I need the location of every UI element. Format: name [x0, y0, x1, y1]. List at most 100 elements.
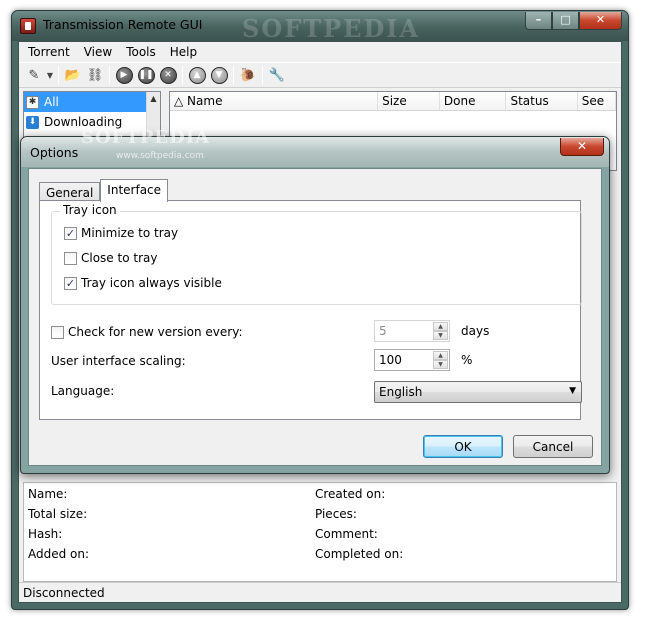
- menu-help[interactable]: Help: [163, 45, 204, 59]
- add-link-icon[interactable]: ⛓: [84, 64, 106, 86]
- alt-speed-icon[interactable]: 🐌: [237, 64, 259, 86]
- check-version-option[interactable]: Check for new version every:: [51, 325, 243, 339]
- detail-total-size-label: Total size:: [28, 507, 88, 521]
- menu-torrent[interactable]: Torrent: [21, 45, 77, 59]
- ui-scaling-value: 100: [379, 353, 402, 367]
- tab-interface[interactable]: Interface: [100, 179, 169, 202]
- close-icon: ✕: [595, 13, 606, 26]
- dialog-close-button[interactable]: ✕: [560, 138, 604, 156]
- tray-icon-group-label: Tray icon: [60, 203, 120, 217]
- pause-icon: ❚❚: [137, 66, 155, 84]
- minimize-icon: –: [535, 13, 542, 26]
- check-version-days-spinner[interactable]: 5 ▲ ▼: [374, 320, 450, 342]
- detail-comment-label: Comment:: [315, 527, 378, 541]
- tray-always-visible-checkbox[interactable]: ✓: [64, 276, 77, 290]
- column-header-name[interactable]: △ Name: [170, 92, 379, 110]
- language-selected-value: English: [379, 385, 423, 399]
- sort-triangle-icon: △: [174, 94, 188, 108]
- detail-added-on-label: Added on:: [28, 547, 90, 561]
- close-to-tray-option[interactable]: Close to tray: [64, 251, 157, 265]
- close-to-tray-label: Close to tray: [81, 251, 158, 265]
- toolbar-separator: [233, 66, 234, 84]
- detail-completed-on-label: Completed on:: [315, 547, 404, 561]
- torrent-list-header: △ Name Size Done Status See: [170, 92, 616, 111]
- pause-button[interactable]: ❚❚: [135, 64, 157, 86]
- start-button[interactable]: ▶: [113, 64, 135, 86]
- chevron-down-icon: ▼: [569, 386, 576, 396]
- options-dialog: Options SOFTPEDIA www.softpedia.com ✕ Ge…: [20, 127, 610, 474]
- toolbar-separator: [58, 66, 59, 84]
- options-wrench-icon[interactable]: 🔧: [266, 64, 288, 86]
- status-bar: Disconnected: [19, 582, 621, 602]
- minimize-to-tray-option[interactable]: ✓ Minimize to tray: [64, 226, 178, 240]
- toolbar-separator: [262, 66, 263, 84]
- filter-item-label: All: [44, 95, 59, 109]
- dialog-watermark-url: www.softpedia.com: [116, 151, 204, 161]
- dialog-title: Options: [30, 145, 79, 160]
- toolbar: ✎ ▼ 📂 ⛓ ▶ ❚❚ ✕ ▲ ▼ 🐌 🔧: [19, 62, 621, 88]
- toolbar-separator: [182, 66, 183, 84]
- watermark: SOFTPEDIA: [242, 14, 421, 43]
- move-up-button[interactable]: ▲: [186, 64, 208, 86]
- spin-up-icon[interactable]: ▲: [433, 351, 448, 360]
- filter-item-all[interactable]: ✱ All: [24, 92, 160, 112]
- interface-tab-page: Tray icon ✓ Minimize to tray Close to tr…: [39, 200, 582, 420]
- tray-always-visible-option[interactable]: ✓ Tray icon always visible: [64, 276, 222, 290]
- tab-general[interactable]: General: [39, 182, 101, 201]
- spin-up-icon[interactable]: ▲: [433, 322, 448, 331]
- details-panel: Name: Total size: Hash: Added on: Create…: [23, 482, 617, 582]
- minimize-button[interactable]: –: [525, 12, 552, 30]
- download-arrow-icon: ⬇: [26, 115, 39, 129]
- scroll-up-icon[interactable]: ▲: [147, 92, 160, 106]
- detail-hash-label: Hash:: [28, 527, 63, 541]
- detail-name-label: Name:: [28, 487, 68, 501]
- dialog-titlebar[interactable]: Options SOFTPEDIA www.softpedia.com ✕: [21, 127, 609, 167]
- main-window-title: Transmission Remote GUI: [43, 17, 203, 32]
- asterisk-icon: ✱: [26, 95, 39, 109]
- ok-button[interactable]: OK: [423, 435, 503, 458]
- maximize-button[interactable]: □: [552, 12, 579, 30]
- language-label: Language:: [51, 384, 115, 398]
- close-icon: ✕: [576, 139, 588, 153]
- minimize-to-tray-checkbox[interactable]: ✓: [64, 226, 77, 240]
- play-icon: ▶: [115, 66, 133, 84]
- tab-strip: General Interface: [39, 179, 169, 202]
- dialog-watermark: SOFTPEDIA: [81, 127, 211, 148]
- ui-scaling-label: User interface scaling:: [51, 354, 186, 368]
- detail-pieces-label: Pieces:: [315, 507, 357, 521]
- days-unit-label: days: [461, 324, 490, 338]
- check-version-days-value: 5: [379, 324, 387, 338]
- column-header-done[interactable]: Done: [440, 92, 507, 110]
- connect-dropdown-icon[interactable]: ▼: [45, 64, 55, 86]
- cancel-button[interactable]: Cancel: [513, 435, 593, 458]
- menu-view[interactable]: View: [77, 45, 119, 59]
- spin-down-icon[interactable]: ▼: [433, 331, 448, 340]
- remove-button[interactable]: ✕: [157, 64, 179, 86]
- dialog-client-area: General Interface Tray icon ✓ Minimize t…: [28, 168, 602, 466]
- column-name-label: Name: [187, 94, 223, 108]
- maximize-icon: □: [560, 13, 571, 26]
- arrow-down-icon: ▼: [210, 66, 228, 84]
- open-torrent-icon[interactable]: 📂: [62, 64, 84, 86]
- detail-created-on-label: Created on:: [315, 487, 386, 501]
- menu-bar: Torrent View Tools Help: [19, 42, 621, 62]
- language-select[interactable]: English ▼: [374, 381, 582, 403]
- check-version-checkbox[interactable]: [51, 325, 64, 339]
- close-button[interactable]: ✕: [579, 12, 622, 30]
- column-header-seeds[interactable]: See: [578, 92, 616, 110]
- ui-scaling-spinner[interactable]: 100 ▲ ▼: [374, 349, 450, 371]
- tray-always-visible-label: Tray icon always visible: [81, 276, 222, 290]
- connect-icon[interactable]: ✎: [23, 64, 45, 86]
- move-down-button[interactable]: ▼: [208, 64, 230, 86]
- connection-status: Disconnected: [23, 586, 105, 600]
- main-titlebar[interactable]: Transmission Remote GUI SOFTPEDIA – □ ✕: [12, 11, 628, 43]
- spin-down-icon[interactable]: ▼: [433, 360, 448, 369]
- minimize-to-tray-label: Minimize to tray: [81, 226, 179, 240]
- column-header-size[interactable]: Size: [378, 92, 440, 110]
- remove-icon: ✕: [159, 66, 177, 84]
- column-header-status[interactable]: Status: [506, 92, 578, 110]
- tray-icon-group: Tray icon ✓ Minimize to tray Close to tr…: [51, 203, 582, 305]
- close-to-tray-checkbox[interactable]: [64, 251, 77, 265]
- toolbar-separator: [109, 66, 110, 84]
- menu-tools[interactable]: Tools: [119, 45, 163, 59]
